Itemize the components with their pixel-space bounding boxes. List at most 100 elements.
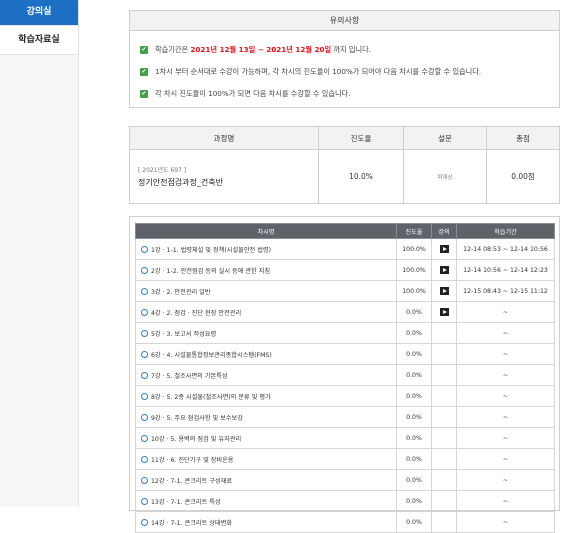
table-row: 8강 · 5. 2종 시설물(철조사면)의 분류 및 평가 0.0% ~ bbox=[135, 385, 555, 407]
lesson-play-cell bbox=[431, 238, 457, 260]
lesson-header-title: 차시명 bbox=[135, 223, 397, 239]
table-row: 14강 · 7-1. 콘크리트 상태변화 0.0% ~ bbox=[135, 511, 555, 533]
check-icon: ✔ bbox=[140, 46, 148, 54]
check-icon: ✔ bbox=[140, 68, 148, 76]
notice-box: 유의사항 ✔ 학습기간은 2021년 12월 13일 ~ 2021년 12월 20… bbox=[129, 10, 560, 108]
lesson-header-period: 학습기간 bbox=[456, 223, 555, 239]
lesson-title[interactable]: 7강 · 5. 철조사면의 기본특성 bbox=[151, 373, 228, 380]
course-progress: 10.0% bbox=[318, 149, 404, 204]
lesson-play-cell bbox=[431, 364, 457, 386]
period-highlight: 2021년 12월 13일 ~ 2021년 12월 20일 bbox=[190, 45, 332, 54]
lesson-progress: 100.0% bbox=[396, 238, 432, 260]
notice-title: 유의사항 bbox=[130, 11, 559, 31]
lesson-title-cell[interactable]: 8강 · 5. 2종 시설물(철조사면)의 분류 및 평가 bbox=[135, 385, 397, 407]
lesson-play-cell bbox=[431, 448, 457, 470]
lesson-progress: 0.0% bbox=[396, 385, 432, 407]
notice-line-order: ✔ 1차시 부터 순서대로 수강이 가능하며, 각 차시의 진도율이 100%가 … bbox=[140, 67, 482, 76]
play-icon[interactable] bbox=[439, 308, 449, 316]
lesson-title[interactable]: 12강 · 7-1. 콘크리트 구성재료 bbox=[151, 478, 232, 485]
lesson-play-cell bbox=[431, 511, 457, 533]
table-row: 5강 · 3. 보고서 작성요령 0.0% ~ bbox=[135, 322, 555, 344]
lesson-title[interactable]: 13강 · 7-1. 콘크리트 특성 bbox=[151, 499, 221, 506]
course-name-cell: [ 2021년도 697 ] 정기안전점검과정_건축반 bbox=[129, 149, 319, 204]
lesson-title-cell[interactable]: 14강 · 7-1. 콘크리트 상태변화 bbox=[135, 511, 397, 533]
table-row: 7강 · 5. 철조사면의 기본특성 0.0% ~ bbox=[135, 364, 555, 386]
lessons-table: 차시명 진도율 강의 학습기간 1강 · 1-1. 법령체설 및 정책(시설물안… bbox=[135, 223, 555, 533]
circle-icon bbox=[141, 519, 148, 526]
lesson-play-cell bbox=[431, 280, 457, 302]
lesson-play-cell bbox=[431, 469, 457, 491]
lesson-title[interactable]: 6강 · 4. 시설물통합정보관리종합시스템(FMS) bbox=[151, 352, 272, 359]
lesson-period: 12-14 10:56 ~ 12-14 12:23 bbox=[456, 259, 555, 281]
sidebar: 강의실 학습자료실 bbox=[0, 0, 79, 507]
lesson-progress: 0.0% bbox=[396, 343, 432, 365]
lesson-play-cell bbox=[431, 343, 457, 365]
lesson-header-progress: 진도율 bbox=[396, 223, 432, 239]
play-icon[interactable] bbox=[439, 287, 449, 295]
circle-icon bbox=[141, 288, 148, 295]
lesson-title-cell[interactable]: 10강 · 5. 용벽의 점검 및 유지관리 bbox=[135, 427, 397, 449]
table-row: 12강 · 7-1. 콘크리트 구성재료 0.0% ~ bbox=[135, 469, 555, 491]
lesson-period: ~ bbox=[456, 448, 555, 470]
lesson-play-cell bbox=[431, 259, 457, 281]
lesson-title[interactable]: 4강 · 2. 점검 · 진단 현장 안전관리 bbox=[151, 310, 241, 317]
lesson-title-cell[interactable]: 4강 · 2. 점검 · 진단 현장 안전관리 bbox=[135, 301, 397, 323]
lesson-period: ~ bbox=[456, 427, 555, 449]
lesson-title-cell[interactable]: 13강 · 7-1. 콘크리트 특성 bbox=[135, 490, 397, 512]
lesson-title[interactable]: 9강 · 5. 주요 점검사항 및 보수보강 bbox=[151, 415, 243, 422]
play-icon[interactable] bbox=[439, 266, 449, 274]
lesson-title-cell[interactable]: 12강 · 7-1. 콘크리트 구성재료 bbox=[135, 469, 397, 491]
lesson-title-cell[interactable]: 11강 · 6. 진단기구 및 장비운용 bbox=[135, 448, 397, 470]
circle-icon bbox=[141, 414, 148, 421]
sidebar-item-materials[interactable]: 학습자료실 bbox=[0, 26, 78, 55]
course-survey: 미대상 bbox=[403, 149, 487, 204]
check-icon: ✔ bbox=[140, 90, 148, 98]
survey-status: 미대상 bbox=[437, 175, 453, 181]
lesson-progress: 0.0% bbox=[396, 469, 432, 491]
col-header-progress: 진도율 bbox=[318, 126, 404, 150]
lesson-progress: 0.0% bbox=[396, 364, 432, 386]
lesson-title[interactable]: 1강 · 1-1. 법령체설 및 정책(시설물안전 법령) bbox=[151, 247, 271, 254]
lesson-title-cell[interactable]: 7강 · 5. 철조사면의 기본특성 bbox=[135, 364, 397, 386]
lesson-title[interactable]: 2강 · 1-2. 안전점검 등의 실시 등에 관한 지침 bbox=[151, 268, 270, 275]
lesson-title-cell[interactable]: 6강 · 4. 시설물통합정보관리종합시스템(FMS) bbox=[135, 343, 397, 365]
lesson-title-cell[interactable]: 3강 · 2. 안전관리 일반 bbox=[135, 280, 397, 302]
table-row: 3강 · 2. 안전관리 일반 100.0% 12-15 08:43 ~ 12-15… bbox=[135, 280, 555, 302]
lesson-title-cell[interactable]: 5강 · 3. 보고서 작성요령 bbox=[135, 322, 397, 344]
lesson-play-cell bbox=[431, 301, 457, 323]
lesson-title[interactable]: 3강 · 2. 안전관리 일반 bbox=[151, 289, 211, 296]
lesson-progress: 0.0% bbox=[396, 301, 432, 323]
play-icon[interactable] bbox=[439, 245, 449, 253]
lesson-title[interactable]: 5강 · 3. 보고서 작성요령 bbox=[151, 331, 216, 338]
lesson-title[interactable]: 10강 · 5. 용벽의 점검 및 유지관리 bbox=[151, 436, 241, 443]
table-row: 13강 · 7-1. 콘크리트 특성 0.0% ~ bbox=[135, 490, 555, 512]
lesson-period: ~ bbox=[456, 385, 555, 407]
table-row: 6강 · 4. 시설물통합정보관리종합시스템(FMS) 0.0% ~ bbox=[135, 343, 555, 365]
lesson-period: ~ bbox=[456, 490, 555, 512]
lesson-title[interactable]: 11강 · 6. 진단기구 및 장비운용 bbox=[151, 457, 234, 464]
lesson-title-cell[interactable]: 9강 · 5. 주요 점검사항 및 보수보강 bbox=[135, 406, 397, 428]
circle-icon bbox=[141, 435, 148, 442]
lesson-title-cell[interactable]: 2강 · 1-2. 안전점검 등의 실시 등에 관한 지침 bbox=[135, 259, 397, 281]
lesson-progress: 100.0% bbox=[396, 280, 432, 302]
lesson-period: ~ bbox=[456, 322, 555, 344]
circle-icon bbox=[141, 309, 148, 316]
course-code: [ 2021년도 697 ] bbox=[138, 167, 187, 174]
lesson-progress: 0.0% bbox=[396, 406, 432, 428]
lesson-title-cell[interactable]: 1강 · 1-1. 법령체설 및 정책(시설물안전 법령) bbox=[135, 238, 397, 260]
lesson-title[interactable]: 14강 · 7-1. 콘크리트 상태변화 bbox=[151, 520, 232, 527]
sidebar-item-classroom[interactable]: 강의실 bbox=[0, 0, 78, 26]
lesson-period: 12-15 08:43 ~ 12-15 11:12 bbox=[456, 280, 555, 302]
lesson-header-lecture: 강의 bbox=[431, 223, 457, 239]
col-header-score: 총점 bbox=[486, 126, 560, 150]
course-table: 과정명 진도율 설문 총점 [ 2021년도 697 ] 정기안전점검과정_건축… bbox=[129, 126, 560, 204]
lesson-title[interactable]: 8강 · 5. 2종 시설물(철조사면)의 분류 및 평가 bbox=[151, 394, 271, 401]
lesson-progress: 0.0% bbox=[396, 322, 432, 344]
lesson-progress: 100.0% bbox=[396, 259, 432, 281]
lesson-play-cell bbox=[431, 427, 457, 449]
circle-icon bbox=[141, 456, 148, 463]
circle-icon bbox=[141, 393, 148, 400]
lesson-progress: 0.0% bbox=[396, 490, 432, 512]
circle-icon bbox=[141, 498, 148, 505]
col-header-course: 과정명 bbox=[129, 126, 319, 150]
